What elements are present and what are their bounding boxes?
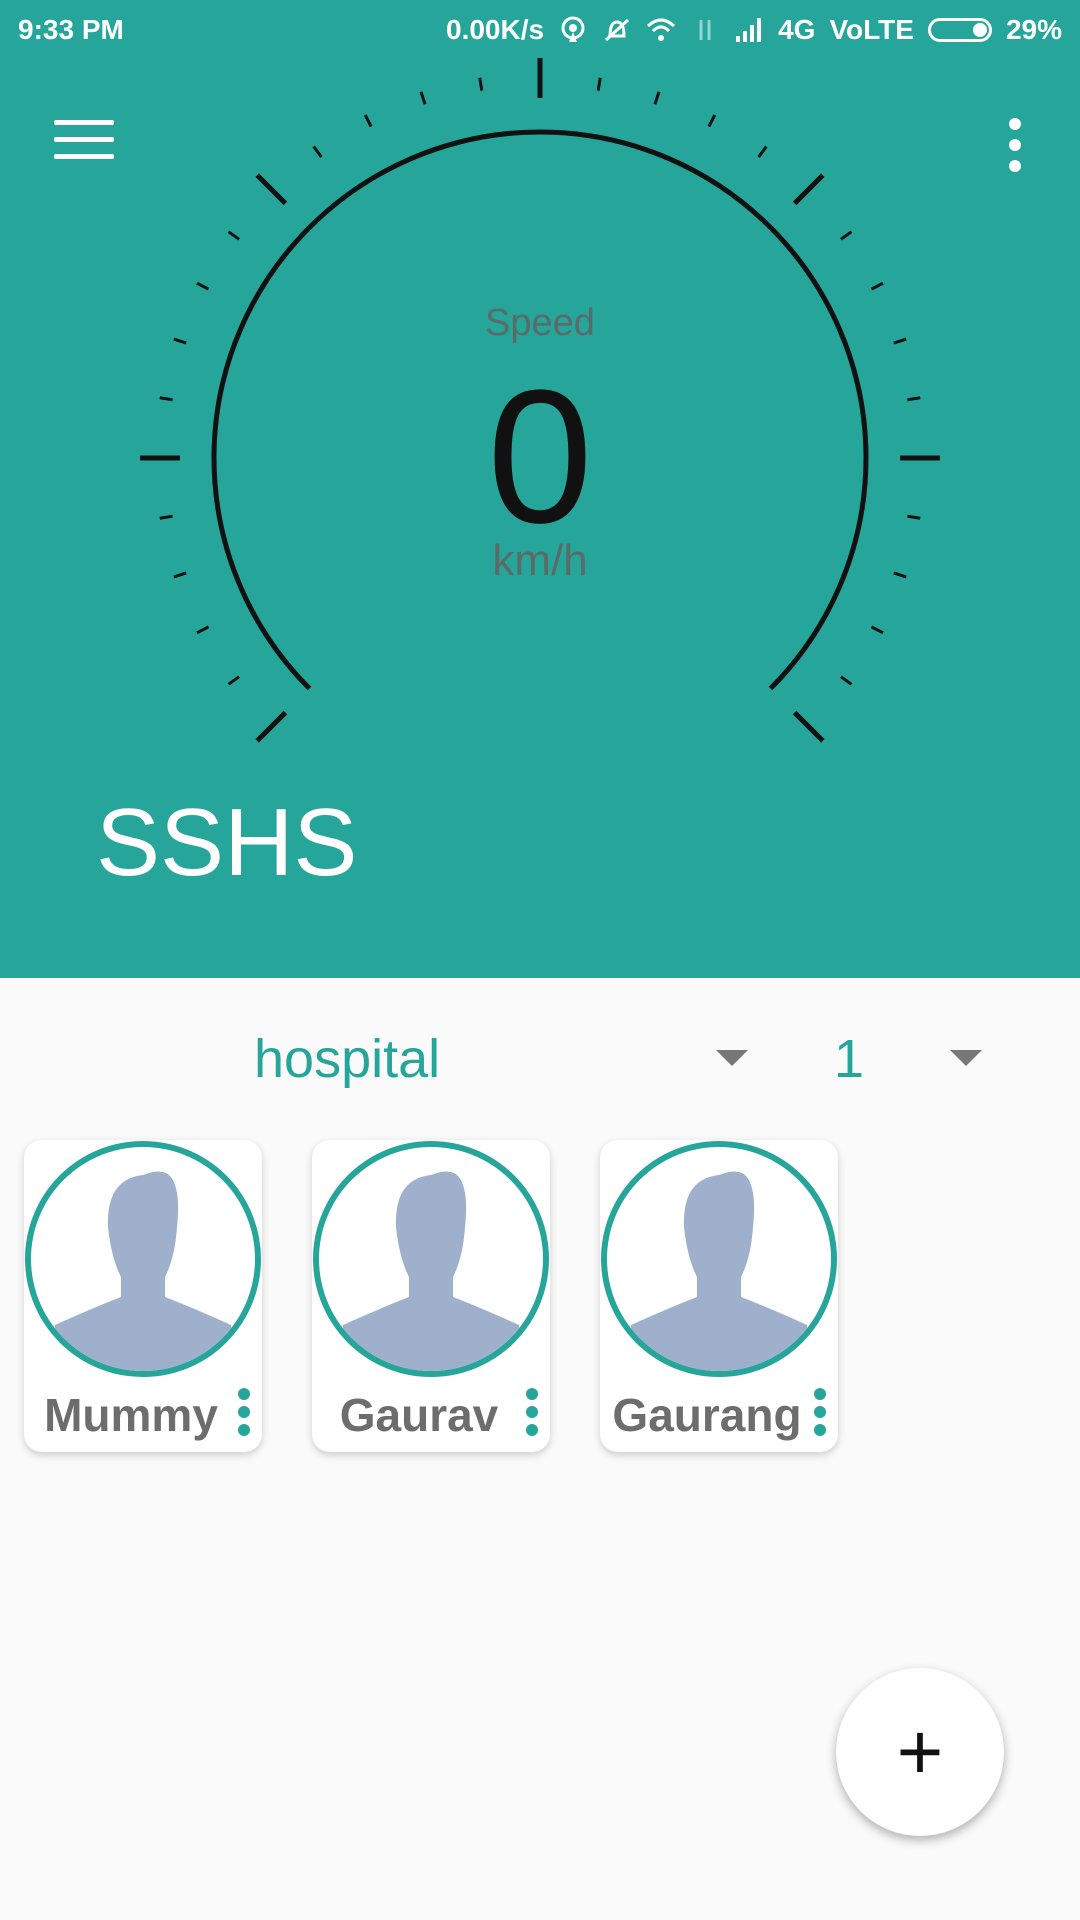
volte-label: VoLTE (829, 14, 914, 45)
speed-value: 0 (487, 351, 593, 563)
gauge-tick (653, 91, 661, 105)
contact-card[interactable]: Gaurav (312, 1140, 550, 1452)
gauge-tick (478, 77, 484, 91)
gauge-tick (840, 230, 853, 241)
network-type: 4G (778, 14, 816, 45)
avatar-icon (313, 1141, 549, 1377)
gauge-tick (196, 625, 210, 635)
avatar-icon (601, 1141, 837, 1377)
count-dropdown[interactable]: 1 (834, 1028, 864, 1090)
gauge-tick (757, 145, 768, 158)
avatar-icon (25, 1141, 261, 1377)
data-transfer-icon (699, 20, 711, 40)
gauge-tick (870, 625, 884, 635)
gauge-tick (419, 91, 427, 105)
contact-options-icon[interactable] (522, 1388, 542, 1442)
gauge-tick (312, 145, 323, 158)
gauge-tick (255, 710, 288, 743)
gauge-tick (870, 281, 884, 291)
signal-icon (736, 18, 762, 42)
hotspot-icon (561, 16, 585, 42)
gauge-tick (196, 281, 210, 291)
gauge-tick (707, 114, 717, 128)
wifi-icon (647, 18, 676, 41)
app-title: SSHS (96, 789, 358, 896)
place-dropdown-arrow-icon[interactable] (716, 1050, 748, 1066)
alarm-off-icon (605, 18, 630, 42)
gauge-tick (840, 675, 853, 686)
speed-unit: km/h (492, 536, 588, 585)
gauge-tick (227, 230, 240, 241)
gauge-tick (255, 173, 288, 206)
contact-name: Gaurang (612, 1389, 802, 1441)
contact-options-icon[interactable] (810, 1388, 830, 1442)
speed-header: 9:33 PM 0.00K/s 4G VoLTE 29% Speed 0 km/… (0, 0, 1080, 978)
place-dropdown[interactable]: hospital (254, 1028, 440, 1090)
contact-card[interactable]: Gaurang (600, 1140, 838, 1452)
gauge-tick (792, 710, 825, 743)
net-speed: 0.00K/s (446, 14, 545, 45)
gauge-tick (363, 114, 373, 128)
status-icons: 0.00K/s 4G VoLTE 29% (446, 14, 1062, 46)
contact-card[interactable]: Mummy (24, 1140, 262, 1452)
plus-icon: + (896, 1707, 944, 1796)
battery-icon (927, 18, 992, 42)
speed-label: Speed (485, 302, 595, 344)
battery-percent: 29% (1005, 14, 1062, 45)
status-time: 9:33 PM (18, 14, 124, 45)
gauge-tick (792, 173, 825, 206)
add-contact-button[interactable]: + (836, 1668, 1004, 1836)
contact-name: Mummy (44, 1389, 218, 1441)
contact-options-icon[interactable] (234, 1388, 254, 1442)
gauge-tick (596, 77, 602, 91)
contact-name: Gaurav (339, 1389, 499, 1441)
gauge-tick (227, 675, 240, 686)
count-dropdown-arrow-icon[interactable] (950, 1050, 982, 1066)
